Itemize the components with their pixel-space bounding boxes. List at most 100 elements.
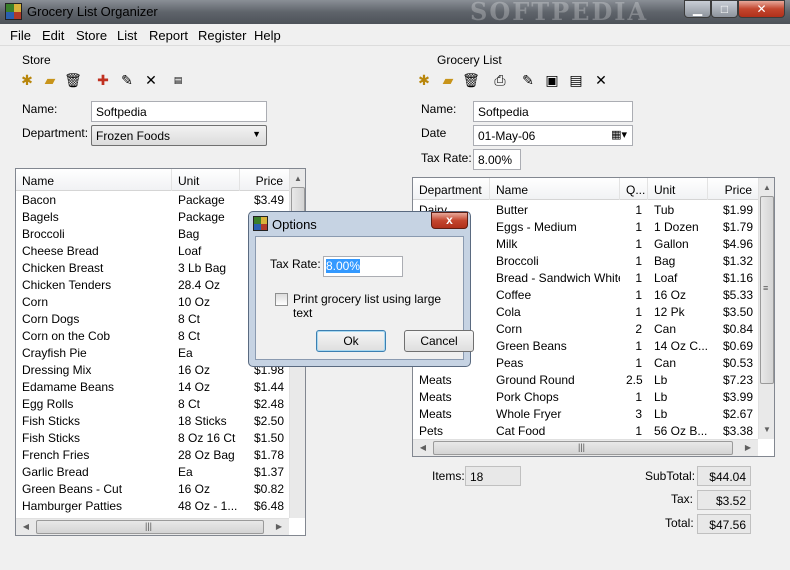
cell-name: Fish Sticks — [22, 414, 81, 428]
maximize-button[interactable]: □ — [711, 0, 738, 18]
tax-rate-input[interactable]: 8.00% — [473, 149, 521, 170]
table-row[interactable]: French Fries 28 Oz Bag $1.78 — [16, 447, 289, 464]
column-header-name[interactable]: Name — [16, 169, 172, 191]
column-header-unit[interactable]: Unit — [172, 169, 240, 191]
column-header-price[interactable]: Price — [240, 169, 290, 191]
store-name-input[interactable]: Softpedia — [91, 101, 267, 122]
remove-list-item-icon[interactable]: ▤ — [567, 71, 585, 89]
table-row[interactable]: Garlic Bread Ea $1.37 — [16, 464, 289, 481]
store-group-label: Store — [22, 53, 51, 67]
cell-department: Meats — [419, 407, 452, 421]
table-row[interactable]: Meats Pork Chops 1 Lb $3.99 — [413, 389, 758, 406]
column-header-price[interactable]: Price — [708, 178, 759, 200]
scroll-thumb-h[interactable]: ||| — [433, 441, 733, 455]
ok-button[interactable]: Ok — [316, 330, 386, 352]
cell-quantity: 1 — [635, 390, 642, 404]
table-row[interactable]: Pets Cat Food 1 56 Oz B... $3.38 — [413, 423, 758, 440]
menu-register[interactable]: Register — [198, 28, 246, 43]
cell-name: Eggs - Medium — [496, 220, 577, 234]
items-label: Items: — [432, 469, 465, 483]
department-select[interactable]: Frozen Foods ▼ — [91, 125, 267, 146]
calendar-icon[interactable]: ▦▾ — [611, 128, 627, 141]
grocery-name-input[interactable]: Softpedia — [473, 101, 633, 122]
scroll-right-icon[interactable]: ▶ — [271, 519, 287, 535]
tax-rate-label: Tax Rate: — [421, 151, 472, 165]
cell-name: Green Beans - Cut — [22, 482, 123, 496]
edit-item-icon[interactable]: ✎ — [118, 71, 136, 89]
column-header-department[interactable]: Department — [413, 178, 490, 200]
menu-store[interactable]: Store — [76, 28, 107, 43]
menu-report[interactable]: Report — [149, 28, 188, 43]
cell-unit: Gallon — [654, 237, 689, 251]
delete-icon[interactable]: 🗑 — [64, 71, 82, 89]
barcode-icon[interactable]: ▤ — [169, 71, 187, 89]
dialog-close-button[interactable]: x — [431, 212, 468, 229]
new-store-icon[interactable]: ✱ — [18, 71, 36, 89]
chevron-down-icon: ▼ — [252, 129, 261, 139]
column-header-quantity[interactable]: Q... — [620, 178, 648, 200]
cell-department: Pets — [419, 424, 444, 438]
date-picker[interactable]: 01-May-06 ▦▾ — [473, 125, 633, 146]
grocery-vertical-scrollbar[interactable]: ▲ ≡ ▼ — [758, 178, 774, 439]
scroll-up-icon[interactable]: ▲ — [290, 171, 305, 187]
minimize-icon: ▁ — [692, 2, 703, 16]
cell-unit: 14 Oz — [178, 380, 211, 394]
dialog-tax-input[interactable]: 8.00% — [323, 256, 403, 277]
title-bar[interactable]: Grocery List Organizer SOFTPEDIA ▁ □ ✕ — [0, 0, 790, 26]
column-header-name[interactable]: Name — [490, 178, 620, 200]
scroll-left-icon[interactable]: ◀ — [415, 440, 431, 456]
cell-quantity: 1 — [635, 237, 642, 251]
scroll-thumb[interactable]: ≡ — [760, 196, 774, 384]
store-name-label: Name: — [22, 102, 58, 116]
menu-file[interactable]: File — [10, 28, 31, 43]
scroll-right-icon[interactable]: ▶ — [740, 440, 756, 456]
cell-name: Corn on the Cob — [22, 329, 111, 343]
clear-list-icon[interactable]: ✕ — [592, 71, 610, 89]
add-list-item-icon[interactable]: ▣ — [543, 71, 561, 89]
menu-list[interactable]: List — [117, 28, 137, 43]
close-button[interactable]: ✕ — [738, 0, 785, 18]
table-row[interactable]: Egg Rolls 8 Ct $2.48 — [16, 396, 289, 413]
open-folder-icon[interactable]: ▰ — [41, 71, 59, 89]
cell-department: Meats — [419, 373, 452, 387]
department-label: Department: — [22, 126, 89, 140]
cell-name: Garlic Bread — [22, 465, 89, 479]
items-count: 18 — [465, 466, 521, 486]
cell-unit: Lb — [654, 390, 668, 404]
edit-list-item-icon[interactable]: ✎ — [519, 71, 537, 89]
table-row[interactable]: Green Beans - Cut 16 Oz $0.82 — [16, 481, 289, 498]
scroll-up-icon[interactable]: ▲ — [759, 180, 774, 196]
cell-name: Hamburger Patties — [22, 499, 123, 513]
scroll-down-icon[interactable]: ▼ — [759, 422, 774, 438]
cancel-button[interactable]: Cancel — [404, 330, 474, 352]
grip-icon: ||| — [578, 442, 586, 452]
table-row[interactable]: Fish Sticks 18 Sticks $2.50 — [16, 413, 289, 430]
new-item-icon[interactable]: ✚ — [94, 71, 112, 89]
table-row[interactable]: Edamame Beans 14 Oz $1.44 — [16, 379, 289, 396]
open-list-icon[interactable]: ▰ — [439, 71, 457, 89]
large-text-checkbox[interactable] — [275, 293, 288, 306]
table-row[interactable]: Meats Ground Round 2.5 Lb $7.23 — [413, 372, 758, 389]
cell-quantity: 1 — [635, 288, 642, 302]
scroll-left-icon[interactable]: ◀ — [18, 519, 34, 535]
grocery-horizontal-scrollbar[interactable]: ◀ ||| ▶ — [413, 439, 758, 456]
cell-unit: Loaf — [178, 244, 202, 258]
table-row[interactable]: Hamburger Patties 48 Oz - 1... $6.48 — [16, 498, 289, 515]
table-row[interactable]: Fish Sticks 8 Oz 16 Ct $1.50 — [16, 430, 289, 447]
store-horizontal-scrollbar[interactable]: ◀ ||| ▶ — [16, 518, 289, 535]
menu-help[interactable]: Help — [254, 28, 281, 43]
menu-edit[interactable]: Edit — [42, 28, 64, 43]
minimize-button[interactable]: ▁ — [684, 0, 711, 18]
delete-item-icon[interactable]: ✕ — [142, 71, 160, 89]
print-icon[interactable]: ⎙ — [491, 71, 509, 89]
table-row[interactable]: Bacon Package $3.49 — [16, 192, 289, 209]
table-row[interactable]: Meats Whole Fryer 3 Lb $2.67 — [413, 406, 758, 423]
new-list-icon[interactable]: ✱ — [415, 71, 433, 89]
cell-price: $7.23 — [722, 373, 753, 387]
cell-quantity: 1 — [635, 339, 642, 353]
dialog-title: Options — [272, 217, 317, 232]
delete-list-icon[interactable]: 🗑 — [462, 71, 480, 89]
scroll-thumb-h[interactable]: ||| — [36, 520, 264, 534]
cell-price: $3.50 — [722, 305, 753, 319]
column-header-unit[interactable]: Unit — [648, 178, 708, 200]
